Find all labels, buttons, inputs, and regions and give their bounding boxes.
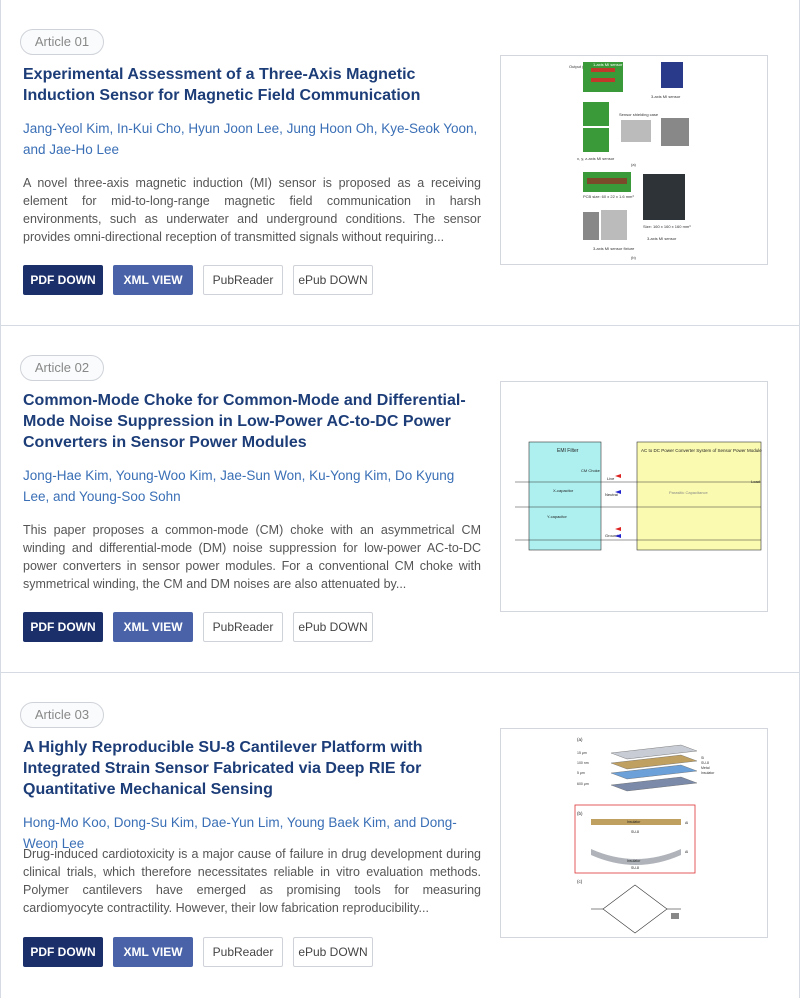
su8-cantilever-figure: (a) 15 μm 100 nm 5 μm 600 μm Si SU-8 Met… [574,737,715,934]
figure-label: Al [685,821,688,825]
figure-label: x, y, z-axis MI sensor [577,156,615,161]
article-figure-thumbnail[interactable]: Output (port 1) 1-axis MI sensor 3-axis … [500,55,768,265]
article-number-badge: Article 01 [20,29,104,55]
figure-label: 5 μm [577,771,585,775]
pubreader-button[interactable]: PubReader [203,612,283,642]
article-card: Article 03 A Highly Reproducible SU-8 Ca… [0,673,800,998]
figure-label: Insulator [627,820,641,824]
figure-label: (a) [577,737,583,742]
article-abstract: A novel three-axis magnetic induction (M… [23,176,481,244]
figure-label: 3-axis MI sensor [651,94,681,99]
article-number-badge: Article 03 [20,702,104,728]
pubreader-button[interactable]: PubReader [203,265,283,295]
figure-label: (c) [577,879,583,884]
article-actions: PDF DOWN XML VIEW PubReader ePub DOWN [23,265,373,295]
epub-down-button[interactable]: ePub DOWN [293,265,373,295]
article-abstract: Drug-induced cardiotoxicity is a major c… [23,847,481,915]
emi-filter-figure: EMI Filter AC to DC Power Converter Syst… [515,441,762,551]
article-actions: PDF DOWN XML VIEW PubReader ePub DOWN [23,937,373,967]
figure-label: 3-axis MI sensor fixture [593,246,635,251]
figure-label: SU-8 [701,761,709,765]
article-figure-thumbnail[interactable]: EMI Filter AC to DC Power Converter Syst… [500,381,768,612]
article-title[interactable]: Common-Mode Choke for Common-Mode and Di… [23,390,481,453]
article-card: Article 02 Common-Mode Choke for Common-… [0,326,800,673]
article-authors: Jong-Hae Kim, Young-Woo Kim, Jae-Sun Won… [23,468,455,504]
article-number-badge: Article 02 [20,355,104,381]
figure-label: Al [685,850,688,854]
figure-label: X-capacitor [553,488,574,493]
epub-down-button[interactable]: ePub DOWN [293,612,373,642]
figure-label: EMI Filter [557,448,579,454]
figure-label: Neutral [605,492,618,497]
article-title[interactable]: A Highly Reproducible SU-8 Cantilever Pl… [23,737,481,800]
article-figure-thumbnail[interactable]: (a) 15 μm 100 nm 5 μm 600 μm Si SU-8 Met… [500,728,768,938]
article-abstract: This paper proposes a common-mode (CM) c… [23,523,481,591]
article-actions: PDF DOWN XML VIEW PubReader ePub DOWN [23,612,373,642]
figure-label: (b) [631,255,637,260]
xml-view-button[interactable]: XML VIEW [113,265,193,295]
figure-label: (a) [631,162,637,167]
figure-label: Live [607,476,615,481]
figure-label: 1-axis MI sensor [593,62,623,67]
figure-label: PCB size: 60 x 22 x 1.6 mm³ [583,194,634,199]
figure-label: Metal [701,766,710,770]
xml-view-button[interactable]: XML VIEW [113,612,193,642]
pubreader-button[interactable]: PubReader [203,937,283,967]
figure-label: AC to DC Power Converter System of Senso… [641,448,762,453]
epub-down-button[interactable]: ePub DOWN [293,937,373,967]
xml-view-button[interactable]: XML VIEW [113,937,193,967]
figure-label: Insulator [627,859,641,863]
figure-label: Si [701,756,704,760]
figure-label: 15 μm [577,751,587,755]
article-authors: Jang-Yeol Kim, In-Kui Cho, Hyun Joon Lee… [23,121,478,157]
figure-label: (b) [577,811,583,816]
figure-label: Y-capacitor [547,514,568,519]
mi-sensor-figure: Output (port 1) 1-axis MI sensor 3-axis … [569,62,691,260]
figure-label: CM Choke [581,468,601,473]
figure-label: Insulator [701,771,715,775]
figure-label: Load [751,479,760,484]
article-title[interactable]: Experimental Assessment of a Three-Axis … [23,64,481,106]
figure-label: 100 nm [577,761,589,765]
figure-label: 600 μm [577,782,589,786]
pdf-down-button[interactable]: PDF DOWN [23,937,103,967]
pdf-down-button[interactable]: PDF DOWN [23,265,103,295]
figure-label: 3-axis MI sensor [647,236,677,241]
figure-label: SU-8 [631,830,639,834]
figure-label: Size: 160 x 160 x 160 mm³ [643,224,691,229]
pdf-down-button[interactable]: PDF DOWN [23,612,103,642]
figure-label: Ground [605,533,618,538]
figure-label: SU-8 [631,866,639,870]
article-card: Article 01 Experimental Assessment of a … [0,0,800,326]
figure-label: Sensor shielding case [619,112,659,117]
figure-label: Parasitic Capacitance [669,490,708,495]
